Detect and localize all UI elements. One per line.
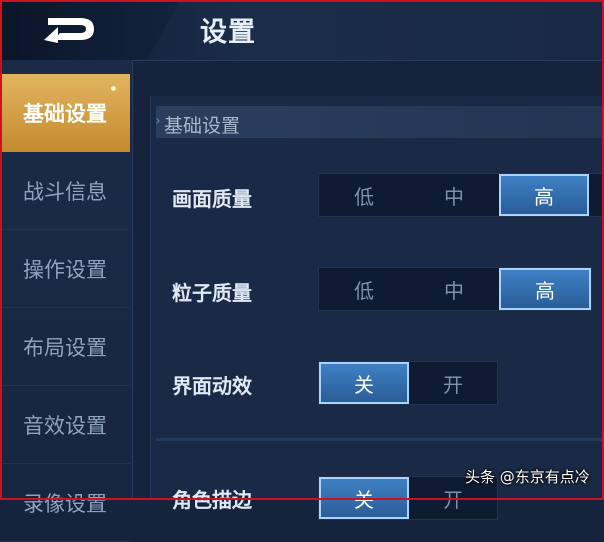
active-indicator-dot bbox=[111, 86, 116, 91]
particle-quality-medium-option[interactable]: 中 bbox=[409, 268, 499, 310]
graphics-quality-selector: 低 中 高 bbox=[318, 173, 604, 217]
back-arrow-icon[interactable] bbox=[40, 10, 102, 48]
watermark: 头条 @东京有点冷 bbox=[465, 468, 590, 486]
section-title: 基础设置 bbox=[164, 115, 241, 137]
ui-animation-label: 界面动效 bbox=[172, 374, 252, 398]
sidebar: 基础设置 战斗信息 操作设置 布局设置 音效设置 录像设置 bbox=[0, 60, 133, 542]
graphics-quality-medium-option[interactable]: 中 bbox=[409, 174, 499, 216]
page-title: 设置 bbox=[200, 17, 256, 48]
header: 设置 bbox=[0, 0, 604, 61]
character-outline-off-option[interactable]: 关 bbox=[319, 477, 409, 519]
sidebar-item-label: 战斗信息 bbox=[23, 179, 107, 204]
sidebar-item-label: 基础设置 bbox=[23, 102, 107, 126]
sidebar-item-controls[interactable]: 操作设置 bbox=[0, 230, 130, 308]
particle-quality-high-option[interactable]: 高 bbox=[499, 268, 591, 310]
sidebar-item-label: 录像设置 bbox=[23, 491, 107, 516]
particle-quality-selector: 低 中 高 bbox=[318, 267, 592, 311]
sidebar-item-sound[interactable]: 音效设置 bbox=[0, 386, 130, 464]
ui-animation-off-option[interactable]: 关 bbox=[319, 362, 409, 404]
character-outline-label: 角色描边 bbox=[172, 488, 252, 512]
graphics-quality-low-option[interactable]: 低 bbox=[319, 174, 409, 216]
sidebar-item-label: 音效设置 bbox=[23, 413, 107, 438]
particle-quality-low-option[interactable]: 低 bbox=[319, 268, 409, 310]
ui-animation-toggle: 关 开 bbox=[318, 361, 498, 405]
row-divider bbox=[156, 438, 604, 441]
sidebar-item-label: 操作设置 bbox=[23, 257, 107, 282]
sidebar-item-label: 布局设置 bbox=[23, 335, 107, 360]
sidebar-item-layout[interactable]: 布局设置 bbox=[0, 308, 130, 386]
section-arrow-icon: › bbox=[155, 113, 161, 129]
sidebar-item-battle-info[interactable]: 战斗信息 bbox=[0, 152, 130, 230]
particle-quality-label: 粒子质量 bbox=[172, 281, 252, 305]
ui-animation-on-option[interactable]: 开 bbox=[409, 362, 497, 404]
sidebar-item-basic-settings[interactable]: 基础设置 bbox=[0, 74, 130, 152]
graphics-quality-high-option[interactable]: 高 bbox=[499, 174, 589, 216]
back-area bbox=[0, 0, 180, 60]
sidebar-item-replay[interactable]: 录像设置 bbox=[0, 464, 130, 542]
graphics-quality-label: 画面质量 bbox=[172, 187, 252, 211]
